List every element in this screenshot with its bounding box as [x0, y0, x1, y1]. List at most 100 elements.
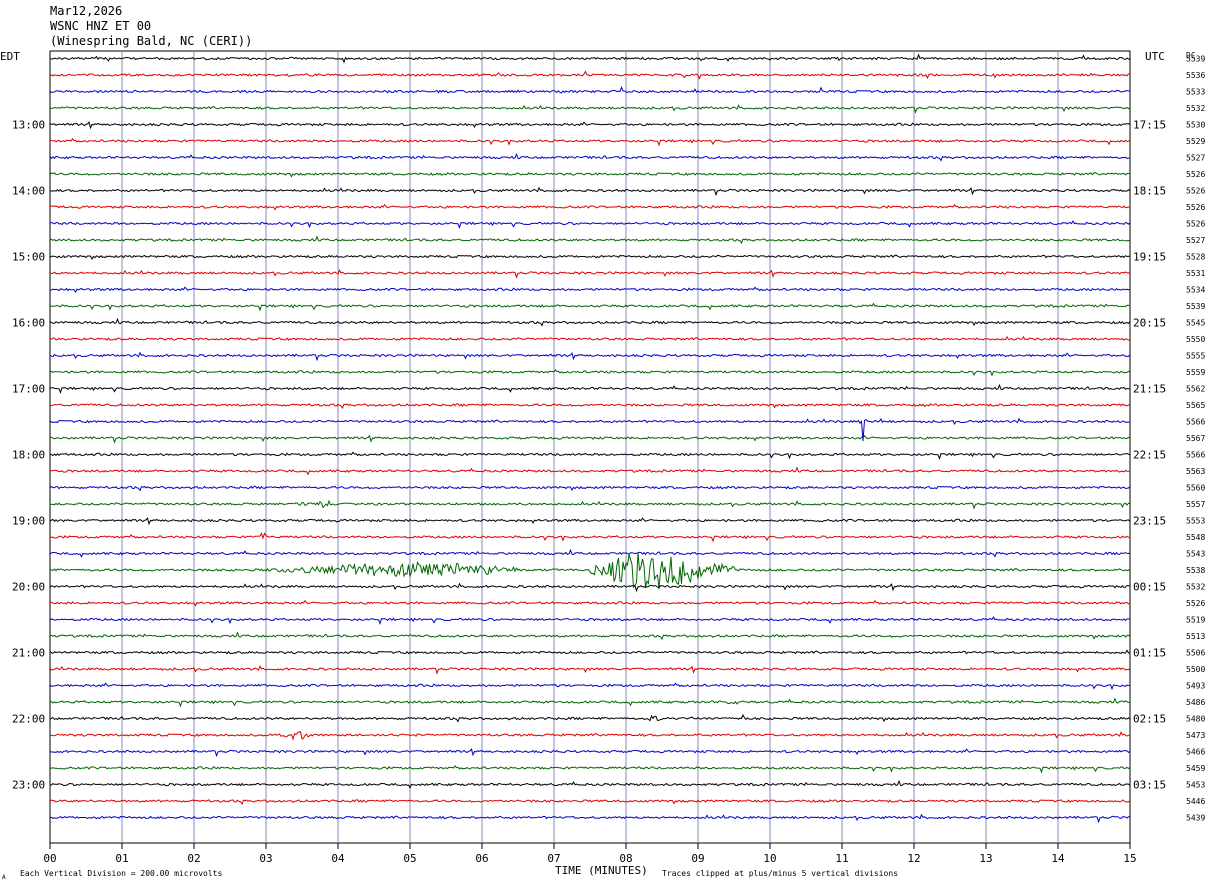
utc-hour-label: 00:15: [1133, 581, 1166, 594]
dc-offset-label: 5527: [1186, 236, 1205, 245]
dc-offset-label: 5526: [1186, 599, 1205, 608]
trace-line: [49, 286, 1131, 294]
utc-hour-label: 02:15: [1133, 713, 1166, 726]
dc-offset-label: 5528: [1186, 253, 1205, 262]
scale-note: Each Vertical Division = 200.00 microvol…: [20, 869, 222, 878]
dc-offset-label: 5566: [1186, 418, 1205, 427]
dc-offset-label: 5565: [1186, 401, 1205, 410]
trace-line: [49, 779, 1131, 789]
dc-offset-label: 5566: [1186, 451, 1205, 460]
x-tick-label: 13: [979, 852, 992, 865]
trace-line: [49, 186, 1131, 197]
trace-line: [49, 682, 1131, 691]
trace-group: [49, 53, 1131, 824]
trace-line: [49, 813, 1130, 824]
dc-offset-label: 5539: [1186, 302, 1205, 311]
edt-hour-label: 19:00: [12, 515, 45, 528]
dc-offset-label: 5500: [1186, 665, 1205, 674]
edt-hour-label: 14:00: [12, 185, 45, 198]
trace-line: [49, 532, 1130, 543]
dc-offset-label: 5563: [1186, 467, 1205, 476]
dc-offset-label: 5486: [1186, 698, 1205, 707]
trace-line: [49, 70, 1131, 80]
dc-offset-label: 5545: [1186, 319, 1205, 328]
trace-line: [49, 403, 1131, 410]
trace-line: [49, 104, 1131, 114]
trace-line: [49, 152, 1131, 162]
edt-hour-label: 16:00: [12, 317, 45, 330]
dc-offset-label: 5557: [1186, 500, 1205, 509]
dc-offset-label: 5555: [1186, 352, 1205, 361]
dc-offset-label: 5526: [1186, 170, 1205, 179]
trace-line: [49, 368, 1131, 377]
edt-hour-label: 23:00: [12, 779, 45, 792]
x-tick-label: 15: [1123, 852, 1136, 865]
x-axis-label: TIME (MINUTES): [555, 864, 648, 877]
dc-offset-label: 5506: [1186, 649, 1205, 658]
trace-line: [49, 434, 1131, 444]
trace-line: [49, 548, 1131, 558]
plot-frame: [49, 50, 1131, 844]
dc-offset-label: 5459: [1186, 764, 1205, 773]
dc-offset-label: 5480: [1186, 715, 1205, 724]
x-tick-label: 04: [331, 852, 345, 865]
trace-line: [49, 517, 1131, 526]
trace-line: [49, 451, 1131, 460]
trace-line: [49, 713, 1131, 723]
utc-hour-label: 21:15: [1133, 383, 1166, 396]
dc-offset-label: 5536: [1186, 71, 1205, 80]
trace-line: [49, 649, 1131, 655]
trace-line: [49, 302, 1130, 312]
x-tick-label: 11: [835, 852, 848, 865]
trace-line: [49, 552, 1131, 590]
dc-offset-label: 5531: [1186, 269, 1205, 278]
x-tick-label: 06: [475, 852, 488, 865]
trace-line: [49, 235, 1131, 245]
time-grid: [49, 50, 1131, 849]
trace-line: [49, 269, 1131, 279]
x-tick-label: 00: [43, 852, 56, 865]
dc-offset-label: 5550: [1186, 335, 1205, 344]
edt-hour-label: 18:00: [12, 449, 45, 462]
trace-line: [49, 254, 1130, 261]
utc-hour-label: 01:15: [1133, 647, 1166, 660]
x-tick-label: 05: [403, 852, 416, 865]
trace-line: [49, 466, 1131, 476]
trace-line: [49, 335, 1131, 341]
dc-offset-label: 5519: [1186, 616, 1205, 625]
dc-offset-label: 5532: [1186, 583, 1205, 592]
x-tick-label: 09: [691, 852, 704, 865]
dc-offset-label: 5562: [1186, 385, 1205, 394]
utc-hour-label: 22:15: [1133, 449, 1166, 462]
trace-line: [49, 665, 1131, 675]
dc-offset-label: 5493: [1186, 682, 1205, 691]
x-tick-label: 12: [907, 852, 920, 865]
trace-line: [49, 121, 1131, 130]
utc-hour-label: 03:15: [1133, 779, 1166, 792]
trace-line: [49, 799, 1131, 806]
dc-offset-label: 5532: [1186, 104, 1205, 113]
x-tick-label: 14: [1051, 852, 1065, 865]
utc-hour-label: 19:15: [1133, 251, 1166, 264]
edt-hour-label: 15:00: [12, 251, 45, 264]
dc-offset-label: 5530: [1186, 121, 1205, 130]
trace-line: [49, 86, 1131, 94]
trace-line: [49, 616, 1131, 625]
dc-offset-label: 5567: [1186, 434, 1205, 443]
dc-offset-label: 5529: [1186, 137, 1205, 146]
trace-line: [49, 599, 1131, 607]
x-tick-label: 03: [259, 852, 272, 865]
edt-hour-label: 22:00: [12, 713, 45, 726]
corner-mark: A: [2, 874, 6, 881]
dc-offset-label: 5553: [1186, 517, 1205, 526]
dc-offset-label: 5439: [1186, 814, 1205, 823]
trace-line: [49, 383, 1130, 394]
dc-offset-label: 5533: [1186, 88, 1205, 97]
utc-hour-label: 23:15: [1133, 515, 1166, 528]
dc-offset-label: 5526: [1186, 203, 1205, 212]
dc-offset-label: 5538: [1186, 566, 1205, 575]
axis-labels: 00 01 02 03 04 05 06 07 08 09 10 11 12 13 14 1555395536…: [12, 55, 1205, 866]
trace-line: [49, 748, 1131, 758]
right-timezone-label: UTC: [1145, 50, 1165, 63]
edt-hour-label: 20:00: [12, 581, 45, 594]
